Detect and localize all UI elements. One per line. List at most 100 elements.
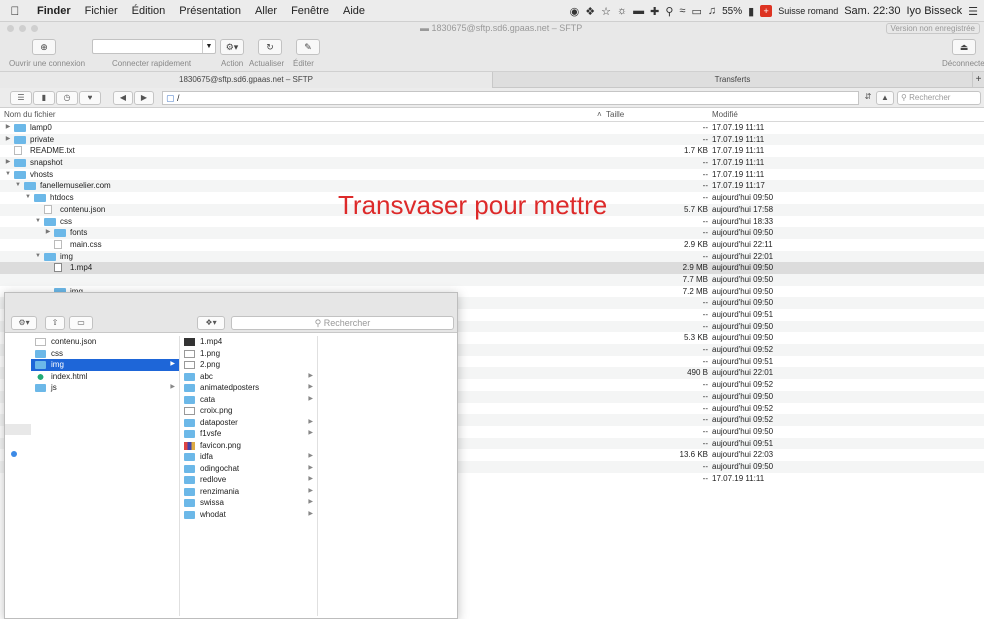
finder-item[interactable]: swissa ▶ xyxy=(180,497,317,509)
bonjour-button[interactable]: ♥ xyxy=(79,91,101,105)
finder-item[interactable]: dataposter ▶ xyxy=(180,417,317,429)
menu-fichier[interactable]: Fichier xyxy=(78,5,125,17)
minimize-window-button[interactable] xyxy=(19,25,26,32)
path-field[interactable]: ▢ / xyxy=(162,91,859,105)
battery-percent[interactable]: 55% xyxy=(722,6,742,17)
disclosure-closed-icon[interactable]: ▶ xyxy=(44,227,52,239)
user-name[interactable]: Iyo Bisseck xyxy=(906,5,962,17)
finder-item[interactable]: cata ▶ xyxy=(180,394,317,406)
table-row[interactable]: ▶ private -- 17.07.19 11:11 xyxy=(0,133,984,146)
disclosure-closed-icon[interactable]: ▶ xyxy=(4,157,12,169)
clock[interactable]: Sam. 22:30 xyxy=(844,5,900,17)
table-row[interactable]: ▶ fonts -- aujourd'hui 09:50 xyxy=(0,227,984,239)
input-source[interactable]: Suisse romand xyxy=(778,6,838,16)
table-row[interactable]: 7.7 MB aujourd'hui 09:50 xyxy=(0,273,984,286)
outline-view-button[interactable]: ☰ xyxy=(10,91,32,105)
creative-cloud-icon[interactable]: ◉ xyxy=(570,5,580,18)
table-row[interactable]: ▶ lamp0 -- 17.07.19 11:11 xyxy=(0,122,984,134)
tab-bar: 1830675@sftp.sd6.gpaas.net – SFTP Transf… xyxy=(0,72,984,88)
disclosure-open-icon[interactable]: ▼ xyxy=(24,192,32,204)
row-name: contenu.json xyxy=(60,204,106,214)
tab-transfers[interactable]: Transferts xyxy=(492,72,972,88)
unregistered-badge[interactable]: Version non enregistrée xyxy=(885,23,980,34)
swiss-flag-icon[interactable]: + xyxy=(760,5,773,17)
column-name-header[interactable]: Nom du fichier xyxy=(4,110,56,119)
display-icon[interactable]: ▭ xyxy=(691,5,701,18)
finder-item[interactable]: 2.png xyxy=(180,359,317,371)
finder-item[interactable]: f1vsfe ▶ xyxy=(180,428,317,440)
forward-button[interactable]: ▶ xyxy=(134,91,154,105)
new-tab-button[interactable]: + xyxy=(972,72,984,88)
finder-item[interactable]: croix.png xyxy=(180,405,317,417)
finder-item[interactable]: contenu.json xyxy=(31,336,179,348)
finder-item[interactable]: img ▶ xyxy=(31,359,179,371)
plus-cross-icon[interactable]: ✚ xyxy=(650,5,659,18)
chevron-down-icon[interactable]: ▼ xyxy=(202,40,215,53)
back-button[interactable]: ◀ xyxy=(113,91,133,105)
battery-icon[interactable]: ▮ xyxy=(748,5,754,18)
finder-item[interactable]: whodat ▶ xyxy=(180,509,317,521)
finder-item[interactable]: js ▶ xyxy=(31,382,179,394)
zoom-window-button[interactable] xyxy=(31,25,38,32)
table-row[interactable]: ▼ img -- aujourd'hui 22:01 xyxy=(0,250,984,263)
finder-item[interactable]: odingochat ▶ xyxy=(180,463,317,475)
dropbox-menu-button[interactable]: ❖▾ xyxy=(197,316,225,330)
disconnect-button[interactable]: ⏏ xyxy=(952,39,976,55)
disclosure-closed-icon[interactable]: ▶ xyxy=(4,134,12,146)
finder-item[interactable]: renzimania ▶ xyxy=(180,486,317,498)
finder-action-button[interactable]: ⚙▾ xyxy=(11,316,37,330)
cyberduck-icon[interactable]: ☆ xyxy=(601,5,611,18)
dropbox-icon[interactable]: ❖ xyxy=(585,5,595,18)
table-row[interactable]: ▼ vhosts -- 17.07.19 11:11 xyxy=(0,169,984,181)
table-row[interactable]: 1.mp4 2.9 MB aujourd'hui 09:50 xyxy=(0,262,984,274)
path-chevron-icon[interactable]: ⇵ xyxy=(862,91,874,105)
open-connection-button[interactable]: ⊕ xyxy=(32,39,56,55)
finder-item[interactable]: animatedposters ▶ xyxy=(180,382,317,394)
table-row[interactable]: README.txt 1.7 KB 17.07.19 11:11 xyxy=(0,145,984,157)
search-field[interactable]: ⚲ Rechercher xyxy=(897,91,981,105)
action-button[interactable]: ⚙▾ xyxy=(220,39,244,55)
finder-item[interactable]: abc ▶ xyxy=(180,371,317,383)
menu-edition[interactable]: Édition xyxy=(125,5,173,17)
sync-icon[interactable]: ☼ xyxy=(617,5,627,17)
wifi-icon[interactable]: ≈ xyxy=(679,5,685,17)
quick-connect-field[interactable]: ▼ xyxy=(92,39,216,54)
refresh-button[interactable]: ↻ xyxy=(258,39,282,55)
volume-icon[interactable]: ♫ xyxy=(708,5,716,17)
menu-fenetre[interactable]: Fenêtre xyxy=(284,5,336,17)
disclosure-closed-icon[interactable]: ▶ xyxy=(4,122,12,134)
disclosure-open-icon[interactable]: ▼ xyxy=(14,180,22,192)
disclosure-open-icon[interactable]: ▼ xyxy=(34,251,42,263)
table-row[interactable]: main.css 2.9 KB aujourd'hui 22:11 xyxy=(0,239,984,251)
finder-item[interactable]: favicon.png xyxy=(180,440,317,452)
finder-item[interactable]: css xyxy=(31,348,179,360)
menu-aller[interactable]: Aller xyxy=(248,5,284,17)
spotlight-icon[interactable]: ⚲ xyxy=(665,5,673,18)
finder-item[interactable]: 1.png xyxy=(180,348,317,360)
notification-list-icon[interactable]: ☰ xyxy=(968,5,978,18)
bookmarks-button[interactable]: ▮ xyxy=(33,91,55,105)
finder-item[interactable]: 1.mp4 xyxy=(180,336,317,348)
disclosure-open-icon[interactable]: ▼ xyxy=(4,169,12,181)
chevron-right-icon: ▶ xyxy=(308,510,313,517)
history-button[interactable]: ◷ xyxy=(56,91,78,105)
menu-aide[interactable]: Aide xyxy=(336,5,372,17)
edit-button[interactable]: ✎ xyxy=(296,39,320,55)
finder-item[interactable]: idfa ▶ xyxy=(180,451,317,463)
apple-icon[interactable]:  xyxy=(0,4,30,18)
table-row[interactable]: ▶ snapshot -- 17.07.19 11:11 xyxy=(0,157,984,169)
share-button[interactable]: ⇧ xyxy=(45,316,65,330)
disclosure-open-icon[interactable]: ▼ xyxy=(34,216,42,228)
dash-icon[interactable]: ▬ xyxy=(633,5,644,17)
parent-folder-button[interactable]: ▲ xyxy=(876,91,894,105)
close-window-button[interactable] xyxy=(7,25,14,32)
finder-item[interactable]: index.html xyxy=(31,371,179,383)
finder-item[interactable]: redlove ▶ xyxy=(180,474,317,486)
column-size-header[interactable]: Taille xyxy=(606,110,624,119)
menu-presentation[interactable]: Présentation xyxy=(172,5,248,17)
finder-search-field[interactable]: ⚲ Rechercher xyxy=(231,316,454,330)
tab-session[interactable]: 1830675@sftp.sd6.gpaas.net – SFTP xyxy=(0,72,492,88)
tags-button[interactable]: ▭ xyxy=(69,316,93,330)
column-modified-header[interactable]: Modifié xyxy=(712,110,738,119)
menu-finder[interactable]: Finder xyxy=(30,5,78,17)
